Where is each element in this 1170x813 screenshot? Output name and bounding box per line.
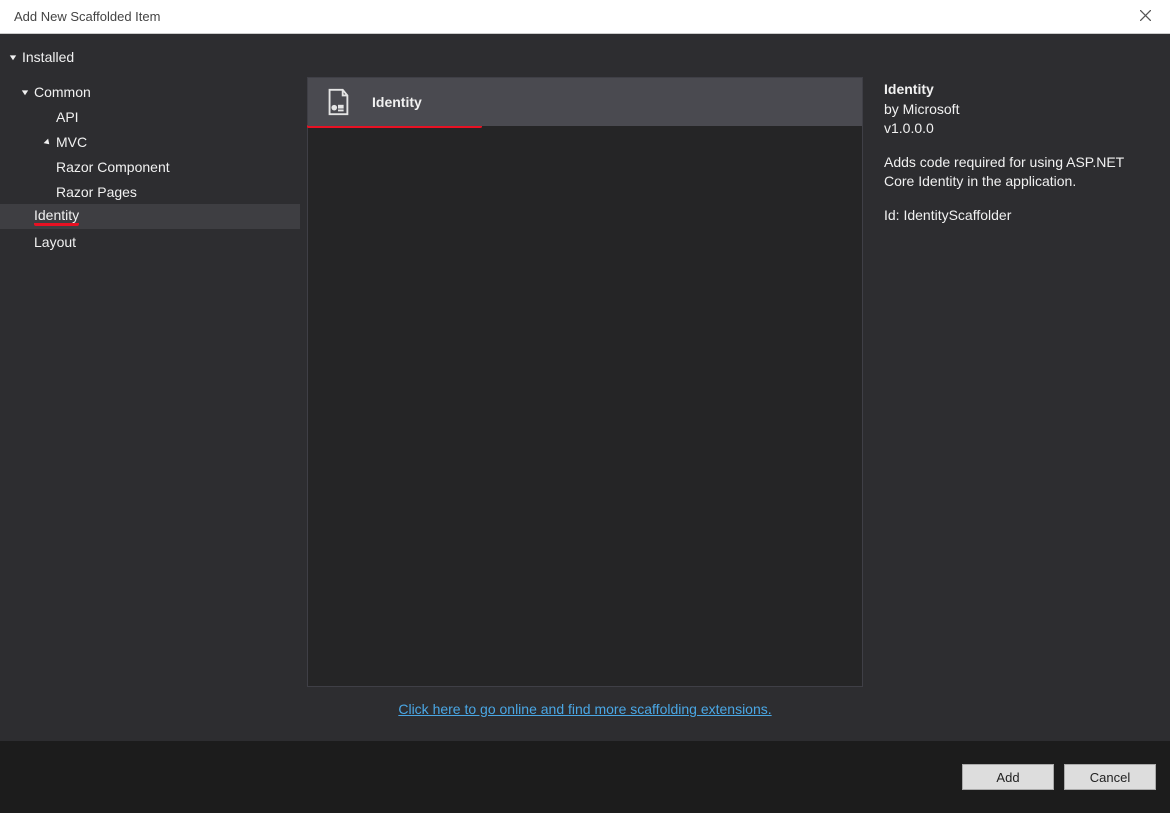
tree-label: MVC	[56, 134, 87, 150]
tree-item-identity[interactable]: Identity	[0, 204, 300, 229]
detail-version: v1.0.0.0	[884, 119, 1156, 139]
template-item-identity[interactable]: Identity	[308, 78, 862, 126]
identity-file-icon	[322, 86, 354, 118]
online-link-row: Click here to go online and find more sc…	[398, 687, 771, 731]
add-button[interactable]: Add	[962, 764, 1054, 790]
window-title: Add New Scaffolded Item	[10, 9, 160, 24]
tree-label: Installed	[22, 49, 74, 65]
titlebar: Add New Scaffolded Item	[0, 0, 1170, 34]
tree-label: Layout	[34, 234, 76, 250]
tree-label: Common	[34, 84, 91, 100]
cancel-button[interactable]: Cancel	[1064, 764, 1156, 790]
detail-author: by Microsoft	[884, 100, 1156, 120]
template-list: Identity	[307, 77, 863, 687]
detail-title: Identity	[884, 80, 1156, 100]
detail-id: Id: IdentityScaffolder	[884, 206, 1156, 226]
tree-label: API	[56, 109, 79, 125]
chevron-down-icon	[8, 52, 18, 62]
template-label: Identity	[372, 94, 422, 110]
detail-description: Adds code required for using ASP.NET Cor…	[884, 153, 1156, 192]
tree-label: Identity	[34, 207, 79, 226]
chevron-right-icon	[42, 137, 52, 147]
tree-item-razor-pages[interactable]: Razor Pages	[0, 179, 300, 204]
template-detail: Identity by Microsoft v1.0.0.0 Adds code…	[870, 34, 1170, 741]
tree-item-mvc[interactable]: MVC	[0, 129, 300, 154]
category-tree: Installed Common API MVC Razor Component	[0, 34, 300, 741]
tree-item-layout[interactable]: Layout	[0, 229, 300, 254]
button-bar: Add Cancel	[0, 741, 1170, 813]
columns: Installed Common API MVC Razor Component	[0, 34, 1170, 741]
close-button[interactable]	[1130, 2, 1160, 32]
chevron-down-icon	[20, 87, 30, 97]
tree-item-api[interactable]: API	[0, 104, 300, 129]
template-pane: Identity Click here to go online and fin…	[300, 34, 870, 741]
tree-label: Razor Component	[56, 159, 170, 175]
tree-item-common[interactable]: Common	[0, 79, 300, 104]
dialog-content: Installed Common API MVC Razor Component	[0, 34, 1170, 741]
tree-item-installed[interactable]: Installed	[0, 44, 300, 69]
tree-item-razor-component[interactable]: Razor Component	[0, 154, 300, 179]
online-extensions-link[interactable]: Click here to go online and find more sc…	[398, 701, 771, 717]
tree-label: Razor Pages	[56, 184, 137, 200]
close-icon	[1140, 9, 1151, 24]
